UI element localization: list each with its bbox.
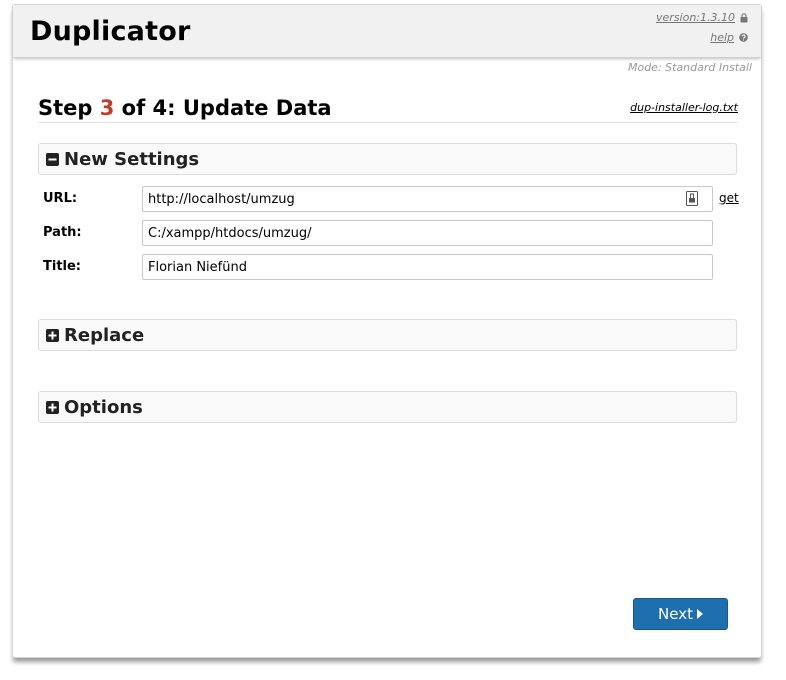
url-lock-icon[interactable] — [686, 191, 698, 206]
plus-square-icon — [46, 400, 59, 414]
title-divider — [38, 122, 738, 123]
version-label[interactable]: version:1.3.10 — [656, 11, 735, 24]
lock-icon — [740, 12, 748, 23]
installer-log-link[interactable]: dup-installer-log.txt — [630, 101, 738, 114]
next-button[interactable]: Next — [633, 598, 728, 630]
section-options-label: Options — [64, 396, 143, 418]
question-circle-icon — [739, 33, 748, 42]
section-replace[interactable]: Replace — [38, 319, 737, 351]
version-link[interactable]: version:1.3.10 — [656, 11, 748, 24]
minus-square-icon — [46, 152, 59, 166]
url-label: URL: — [43, 191, 78, 206]
help-link[interactable]: help — [710, 31, 748, 44]
section-options[interactable]: Options — [38, 391, 737, 423]
get-url-link[interactable]: get — [719, 191, 739, 205]
path-input[interactable] — [142, 220, 713, 246]
header-bar: Duplicator version:1.3.10 help — [13, 5, 761, 58]
section-new-settings[interactable]: New Settings — [38, 143, 737, 175]
plus-square-icon — [46, 328, 59, 342]
step-suffix: of 4: Update Data — [114, 96, 332, 120]
install-mode-label: Mode: Standard Install — [627, 61, 752, 74]
page-title: Step 3 of 4: Update Data — [38, 96, 332, 120]
title-input[interactable] — [142, 254, 713, 280]
caret-right-icon — [696, 609, 703, 619]
path-label: Path: — [43, 225, 82, 240]
section-new-settings-label: New Settings — [64, 148, 200, 170]
step-number: 3 — [99, 96, 115, 120]
installer-window: Duplicator version:1.3.10 help Mode: Sta… — [12, 4, 762, 658]
step-prefix: Step — [38, 96, 100, 120]
url-input[interactable] — [142, 186, 713, 212]
help-label[interactable]: help — [710, 31, 734, 44]
section-replace-label: Replace — [64, 324, 145, 346]
app-title: Duplicator — [30, 16, 191, 47]
next-button-label: Next — [658, 605, 693, 623]
title-label: Title: — [43, 259, 82, 274]
